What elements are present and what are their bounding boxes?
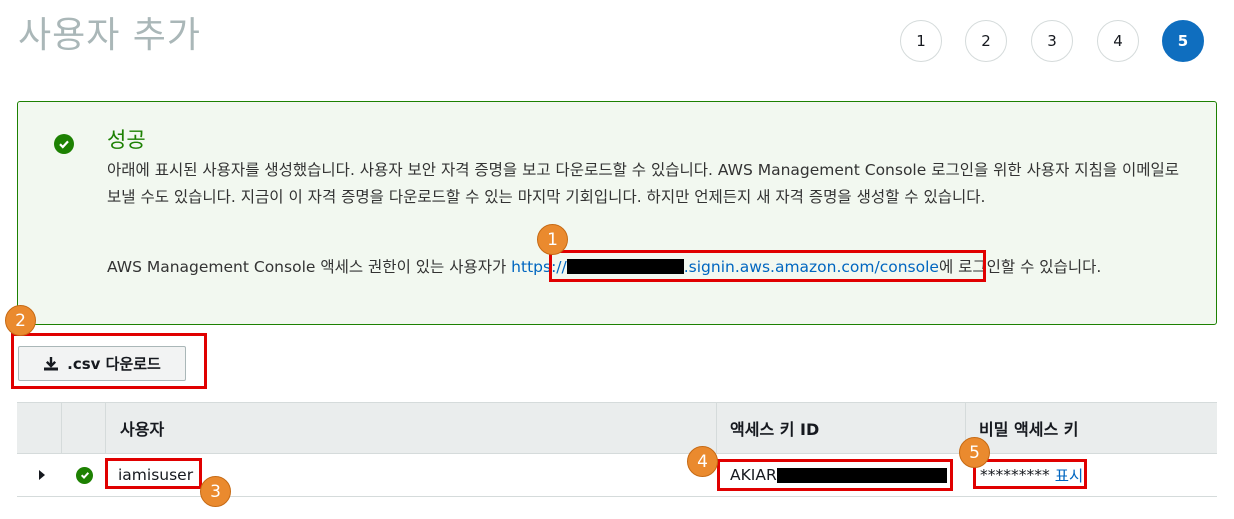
step-4[interactable]: 4 <box>1097 20 1139 62</box>
console-prefix: AWS Management Console 액세스 권한이 있는 사용자가 <box>107 258 512 276</box>
check-circle-icon <box>54 134 74 154</box>
highlight-access-key <box>717 459 953 491</box>
annotation-badge-4: 4 <box>687 446 718 477</box>
annotation-badge-3: 3 <box>200 476 231 507</box>
column-header-user[interactable]: 사용자 <box>120 403 164 453</box>
annotation-badge-1: 1 <box>537 224 568 255</box>
success-title: 성공 <box>107 128 146 152</box>
annotation-badge-5: 5 <box>959 437 990 468</box>
status-success-icon <box>76 454 93 496</box>
success-message: 아래에 표시된 사용자를 생성했습니다. 사용자 보안 자격 증명을 보고 다운… <box>107 161 1180 206</box>
highlight-secret-key <box>973 459 1087 489</box>
page-title: 사용자 추가 <box>18 15 202 56</box>
success-alert: 성공 아래에 표시된 사용자를 생성했습니다. 사용자 보안 자격 증명을 보고… <box>17 101 1217 325</box>
expand-row-caret-icon[interactable] <box>38 454 46 496</box>
highlight-user-name <box>105 458 202 489</box>
step-3[interactable]: 3 <box>1031 20 1073 62</box>
annotation-badge-2: 2 <box>5 305 36 336</box>
step-5-current[interactable]: 5 <box>1162 20 1204 62</box>
highlight-download-button <box>11 333 207 389</box>
highlight-console-link <box>549 250 986 282</box>
table-header: 사용자 액세스 키 ID 비밀 액세스 키 <box>17 402 1217 454</box>
step-2[interactable]: 2 <box>965 20 1007 62</box>
step-1[interactable]: 1 <box>900 20 942 62</box>
column-header-secret-access-key[interactable]: 비밀 액세스 키 <box>979 403 1078 453</box>
column-header-access-key-id[interactable]: 액세스 키 ID <box>730 403 819 453</box>
